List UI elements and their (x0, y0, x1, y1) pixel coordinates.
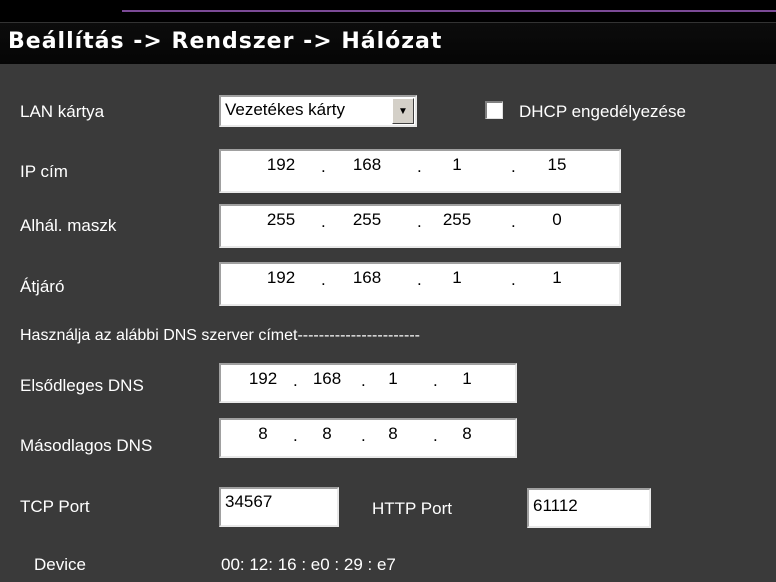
ip-octet-3[interactable]: 1 (427, 155, 487, 175)
gateway-dot: . (417, 270, 422, 289)
gateway-label: Átjáró (20, 277, 65, 296)
mask-dot: . (321, 212, 326, 231)
gateway-dot: . (511, 270, 516, 289)
dhcp-checkbox[interactable] (485, 101, 503, 119)
device-label: Device (34, 555, 86, 574)
primary-dns-octet-2[interactable]: 168 (305, 369, 349, 389)
secondary-dns-dot: . (361, 426, 366, 445)
mask-octet-3[interactable]: 255 (427, 210, 487, 230)
dhcp-label: DHCP engedélyezése (519, 102, 686, 121)
primary-dns-label: Elsődleges DNS (20, 376, 144, 395)
ip-octet-1[interactable]: 192 (251, 155, 311, 175)
dns-heading: Használja az alábbi DNS szerver címet---… (20, 327, 420, 344)
secondary-dns-label: Másodlagos DNS (20, 436, 153, 455)
gateway-octet-4[interactable]: 1 (527, 268, 587, 288)
network-settings-panel: LAN kártya Vezetékes kárty ▼ DHCP engedé… (0, 64, 776, 582)
primary-dns-field[interactable]: 192 . 168 . 1 . 1 (219, 363, 517, 403)
lan-card-label: LAN kártya (20, 102, 105, 121)
ip-dot: . (321, 157, 326, 176)
secondary-dns-field[interactable]: 8 . 8 . 8 . 8 (219, 418, 517, 458)
ip-octet-2[interactable]: 168 (337, 155, 397, 175)
gateway-octet-3[interactable]: 1 (427, 268, 487, 288)
secondary-dns-dot: . (293, 426, 298, 445)
ip-label: IP cím (20, 162, 68, 181)
primary-dns-dot: . (433, 371, 438, 390)
subnet-mask-label: Alhál. maszk (20, 216, 117, 235)
mask-dot: . (417, 212, 422, 231)
tcp-port-input[interactable]: 34567 (219, 487, 339, 527)
gateway-octet-1[interactable]: 192 (251, 268, 311, 288)
ip-dot: . (511, 157, 516, 176)
tcp-port-label: TCP Port (20, 497, 90, 516)
page-title: Beállítás -> Rendszer -> Hálózat (8, 29, 443, 54)
http-port-input[interactable]: 61112 (527, 488, 651, 528)
primary-dns-dot: . (361, 371, 366, 390)
mask-octet-2[interactable]: 255 (337, 210, 397, 230)
mask-dot: . (511, 212, 516, 231)
chevron-down-icon[interactable]: ▼ (392, 98, 414, 124)
gateway-field[interactable]: 192 . 168 . 1 . 1 (219, 262, 621, 306)
primary-dns-dot: . (293, 371, 298, 390)
secondary-dns-octet-3[interactable]: 8 (371, 424, 415, 444)
http-port-value: 61112 (533, 496, 578, 515)
secondary-dns-octet-1[interactable]: 8 (241, 424, 285, 444)
ip-dot: . (417, 157, 422, 176)
lan-card-select[interactable]: Vezetékes kárty ▼ (219, 95, 417, 127)
mask-octet-4[interactable]: 0 (527, 210, 587, 230)
tcp-port-value: 34567 (225, 492, 273, 511)
ip-address-field[interactable]: 192 . 168 . 1 . 15 (219, 149, 621, 193)
primary-dns-octet-4[interactable]: 1 (445, 369, 489, 389)
gateway-octet-2[interactable]: 168 (337, 268, 397, 288)
primary-dns-octet-1[interactable]: 192 (241, 369, 285, 389)
top-strip (0, 0, 776, 22)
device-mac-value: 00: 12: 16 : e0 : 29 : e7 (221, 555, 396, 574)
gateway-dot: . (321, 270, 326, 289)
secondary-dns-dot: . (433, 426, 438, 445)
lan-card-value: Vezetékes kárty (225, 100, 346, 119)
subnet-mask-field[interactable]: 255 . 255 . 255 . 0 (219, 204, 621, 248)
http-port-label: HTTP Port (372, 499, 452, 518)
secondary-dns-octet-2[interactable]: 8 (305, 424, 349, 444)
secondary-dns-octet-4[interactable]: 8 (445, 424, 489, 444)
top-accent-line (122, 0, 776, 12)
title-bar: Beállítás -> Rendszer -> Hálózat (0, 22, 776, 64)
ip-octet-4[interactable]: 15 (527, 155, 587, 175)
mask-octet-1[interactable]: 255 (251, 210, 311, 230)
primary-dns-octet-3[interactable]: 1 (371, 369, 415, 389)
